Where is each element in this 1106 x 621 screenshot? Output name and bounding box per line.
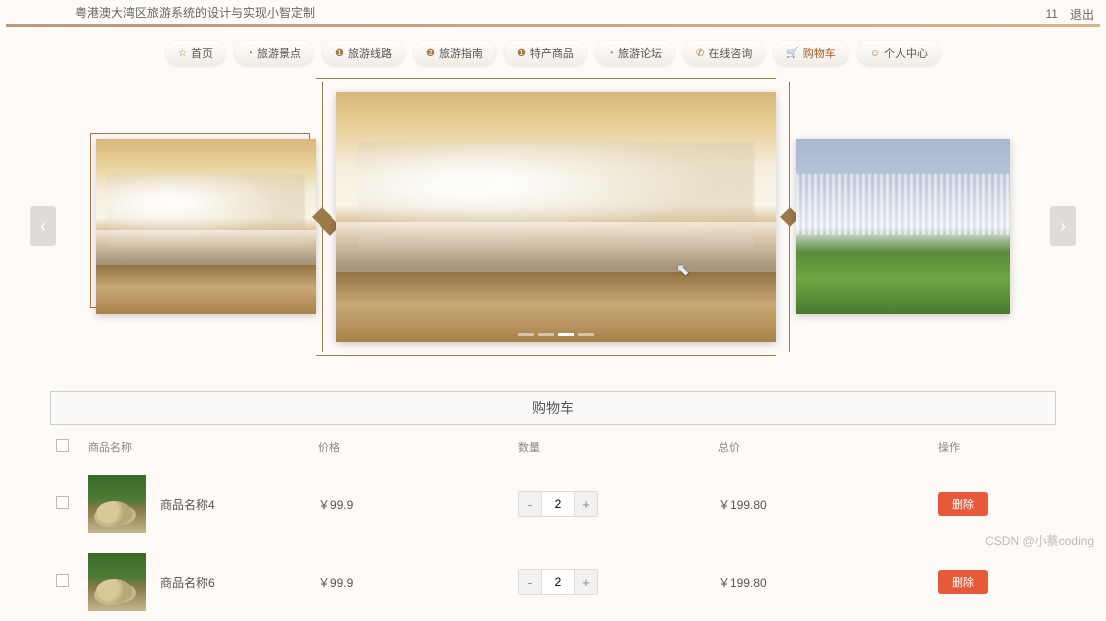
user-id[interactable]: 11 <box>1046 7 1058 21</box>
nav-icon: ❶ <box>335 48 344 59</box>
product-thumb[interactable] <box>88 553 146 611</box>
row-checkbox[interactable] <box>56 574 69 587</box>
nav-item-4[interactable]: ❶ 特产商品 <box>505 41 586 65</box>
nav-item-3[interactable]: ❷ 旅游指南 <box>414 41 495 65</box>
nav-icon: ✆ <box>696 48 704 59</box>
nav-item-5[interactable]: ◔ 旅游论坛 <box>596 41 674 65</box>
nav-label: 旅游线路 <box>348 45 392 61</box>
col-action: 操作 <box>932 425 1056 465</box>
nav-label: 旅游论坛 <box>618 45 662 61</box>
logout-link[interactable]: 退出 <box>1070 6 1094 23</box>
row-checkbox[interactable] <box>56 496 69 509</box>
qty-input[interactable] <box>541 570 575 594</box>
product-total: ￥199.80 <box>712 465 932 543</box>
product-thumb[interactable] <box>88 475 146 533</box>
nav-item-8[interactable]: ☺ 个人中心 <box>858 41 940 65</box>
main-nav: ☆ 首页 ◔ 旅游景点 ❶ 旅游线路 ❷ 旅游指南 ❶ 特产商品 ◔ 旅游论坛 ✆ 在线咨询 🛒 购物车 ☺ 个人… <box>0 27 1106 75</box>
carousel-next[interactable]: › <box>1050 206 1076 246</box>
cart-heading: 购物车 <box>50 391 1056 425</box>
nav-icon: ◔ <box>247 48 253 59</box>
qty-minus[interactable]: - <box>519 570 541 594</box>
nav-item-2[interactable]: ❶ 旅游线路 <box>323 41 404 65</box>
nav-icon: ❶ <box>517 48 526 59</box>
qty-minus[interactable]: - <box>519 492 541 516</box>
nav-label: 旅游指南 <box>439 45 483 61</box>
delete-button[interactable]: 删除 <box>938 570 988 594</box>
col-name: 商品名称 <box>82 425 312 465</box>
carousel-slide-left[interactable] <box>96 139 316 314</box>
product-price: ￥99.9 <box>312 465 512 543</box>
cart-table: 商品名称 价格 数量 总价 操作 商品名称4￥99.9-+￥199.80删除商品… <box>50 425 1056 621</box>
delete-button[interactable]: 删除 <box>938 492 988 516</box>
product-name: 商品名称4 <box>160 496 215 513</box>
watermark: CSDN @小蔡coding <box>985 532 1094 549</box>
nav-item-6[interactable]: ✆ 在线咨询 <box>684 41 764 65</box>
col-price: 价格 <box>312 425 512 465</box>
nav-label: 购物车 <box>803 45 836 61</box>
nav-icon: ☺ <box>870 48 880 59</box>
nav-item-1[interactable]: ◔ 旅游景点 <box>235 41 313 65</box>
product-name: 商品名称6 <box>160 574 215 591</box>
nav-item-7[interactable]: 🛒 购物车 <box>774 41 847 65</box>
nav-icon: ☆ <box>178 48 187 59</box>
cursor-icon: ⬉ <box>676 260 689 280</box>
page-title: 粤港澳大湾区旅游系统的设计与实现小智定制 <box>75 4 315 24</box>
nav-icon: ❷ <box>426 48 435 59</box>
brand-divider <box>6 24 1100 27</box>
table-row: 商品名称4 ￥99.9- + ￥199.80删除 <box>50 465 1056 543</box>
nav-label: 个人中心 <box>884 45 928 61</box>
nav-label: 特产商品 <box>530 45 574 61</box>
qty-input[interactable] <box>541 492 575 516</box>
qty-plus[interactable]: + <box>575 570 597 594</box>
nav-label: 旅游景点 <box>257 45 301 61</box>
nav-label: 在线咨询 <box>708 45 752 61</box>
carousel-slide-right[interactable] <box>796 139 1010 314</box>
carousel-prev[interactable]: ‹ <box>30 206 56 246</box>
col-qty: 数量 <box>512 425 712 465</box>
nav-icon: ◔ <box>608 48 614 59</box>
select-all-checkbox[interactable] <box>56 439 69 452</box>
carousel: ‹ ⬉ › <box>40 81 1066 371</box>
nav-item-0[interactable]: ☆ 首页 <box>166 41 225 65</box>
nav-label: 首页 <box>191 45 213 61</box>
nav-icon: 🛒 <box>786 48 798 59</box>
carousel-pager[interactable] <box>518 333 594 336</box>
carousel-slide-center[interactable]: ⬉ <box>336 92 776 342</box>
qty-plus[interactable]: + <box>575 492 597 516</box>
col-total: 总价 <box>712 425 932 465</box>
